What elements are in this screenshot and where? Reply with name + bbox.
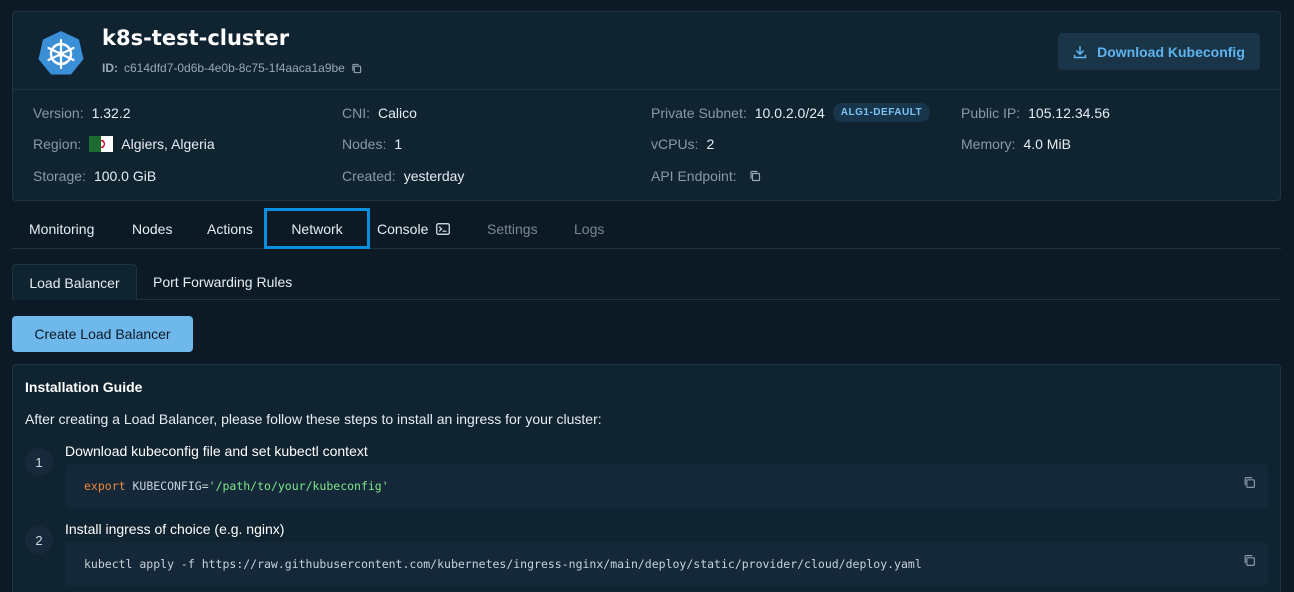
info-value: 100.0 GiB xyxy=(93,168,157,184)
tab-nodes[interactable]: Nodes xyxy=(132,208,172,249)
step-number: 2 xyxy=(25,526,53,554)
info-value: 10.0.2.0/24 xyxy=(754,104,825,121)
algeria-flag-icon xyxy=(89,136,114,152)
info-private-subnet: Private Subnet: 10.0.2.0/24 ALG1-DEFAULT xyxy=(651,103,931,122)
info-value: Algiers, Algeria xyxy=(121,136,215,152)
info-label: Memory: xyxy=(961,136,1016,152)
info-nodes: Nodes: 1 xyxy=(342,136,402,152)
main-tabs: Monitoring Nodes Actions Network Console… xyxy=(12,208,1281,249)
info-value: 2 xyxy=(706,136,715,152)
code-block: export KUBECONFIG= '/path/to/your/kubecon… xyxy=(65,464,1268,508)
tab-monitoring[interactable]: Monitoring xyxy=(29,208,94,249)
info-created: Created: yesterday xyxy=(342,168,464,184)
info-version: Version: 1.32.2 xyxy=(33,105,131,121)
info-value: 4.0 MiB xyxy=(1023,136,1071,152)
tab-settings[interactable]: Settings xyxy=(487,208,538,249)
step-title: Download kubeconfig file and set kubectl… xyxy=(65,443,368,459)
installation-guide: Installation Guide After creating a Load… xyxy=(12,364,1281,592)
copy-icon[interactable] xyxy=(1243,554,1256,567)
cluster-id-label: ID: xyxy=(102,61,118,75)
info-value: Calico xyxy=(378,105,417,121)
info-label: Public IP: xyxy=(961,105,1021,121)
cluster-card: k8s-test-cluster ID: c614dfd7-0d6b-4e0b-… xyxy=(12,11,1281,201)
info-label: Storage: xyxy=(33,168,86,184)
info-label: Created: xyxy=(342,168,396,184)
copy-icon[interactable] xyxy=(351,63,362,74)
info-label: Nodes: xyxy=(342,136,387,152)
code-text: kubectl apply -f https://raw.githubuserc… xyxy=(84,557,922,571)
subnet-badge: ALG1-DEFAULT xyxy=(832,103,931,122)
info-label: Region: xyxy=(33,136,82,152)
copy-icon[interactable] xyxy=(1243,476,1256,489)
tab-network[interactable]: Network xyxy=(264,208,370,249)
info-label: vCPUs: xyxy=(651,136,699,152)
info-memory: Memory: 4.0 MiB xyxy=(961,136,1071,152)
info-public-ip: Public IP: 105.12.34.56 xyxy=(961,105,1110,121)
step-number: 1 xyxy=(25,448,53,476)
code-block: kubectl apply -f https://raw.githubuserc… xyxy=(65,542,1268,586)
download-icon xyxy=(1073,45,1087,58)
cluster-id-value: c614dfd7-0d6b-4e0b-8c75-1f4aaca1a9be xyxy=(124,61,345,75)
code-string: '/path/to/your/kubeconfig' xyxy=(208,479,389,493)
tab-console[interactable]: Console xyxy=(377,208,451,249)
info-vcpus: vCPUs: 2 xyxy=(651,136,714,152)
tab-logs[interactable]: Logs xyxy=(574,208,604,249)
terminal-icon xyxy=(436,222,451,235)
info-label: Version: xyxy=(33,105,84,121)
info-api-endpoint: API Endpoint: xyxy=(651,168,761,184)
subtab-port-forwarding[interactable]: Port Forwarding Rules xyxy=(153,264,292,300)
network-subtabs: Load Balancer Port Forwarding Rules xyxy=(12,264,1281,300)
download-kubeconfig-button[interactable]: Download Kubeconfig xyxy=(1058,33,1260,70)
guide-intro: After creating a Load Balancer, please f… xyxy=(25,411,602,427)
info-value: 1.32.2 xyxy=(91,105,131,121)
download-kubeconfig-label: Download Kubeconfig xyxy=(1097,43,1245,60)
info-value: 105.12.34.56 xyxy=(1028,105,1110,121)
code-keyword: export xyxy=(84,479,126,493)
info-label: API Endpoint: xyxy=(651,168,737,184)
step-title: Install ingress of choice (e.g. nginx) xyxy=(65,521,285,537)
subtab-load-balancer[interactable]: Load Balancer xyxy=(12,264,137,300)
info-value: 1 xyxy=(394,136,403,152)
copy-icon[interactable] xyxy=(749,170,761,182)
cluster-name: k8s-test-cluster xyxy=(102,26,290,50)
create-load-balancer-button[interactable]: Create Load Balancer xyxy=(12,316,193,352)
guide-title: Installation Guide xyxy=(25,379,143,395)
info-cni: CNI: Calico xyxy=(342,105,417,121)
cluster-id: ID: c614dfd7-0d6b-4e0b-8c75-1f4aaca1a9be xyxy=(102,61,362,75)
info-label: CNI: xyxy=(342,105,370,121)
info-value: yesterday xyxy=(403,168,465,184)
info-storage: Storage: 100.0 GiB xyxy=(33,168,156,184)
tab-console-label: Console xyxy=(377,220,429,237)
info-region: Region: Algiers, Algeria xyxy=(33,136,215,152)
kubernetes-helm-icon xyxy=(38,31,84,75)
tab-actions[interactable]: Actions xyxy=(207,208,253,249)
info-label: Private Subnet: xyxy=(651,104,747,121)
card-divider xyxy=(13,89,1280,90)
code-text: KUBECONFIG= xyxy=(125,479,209,493)
